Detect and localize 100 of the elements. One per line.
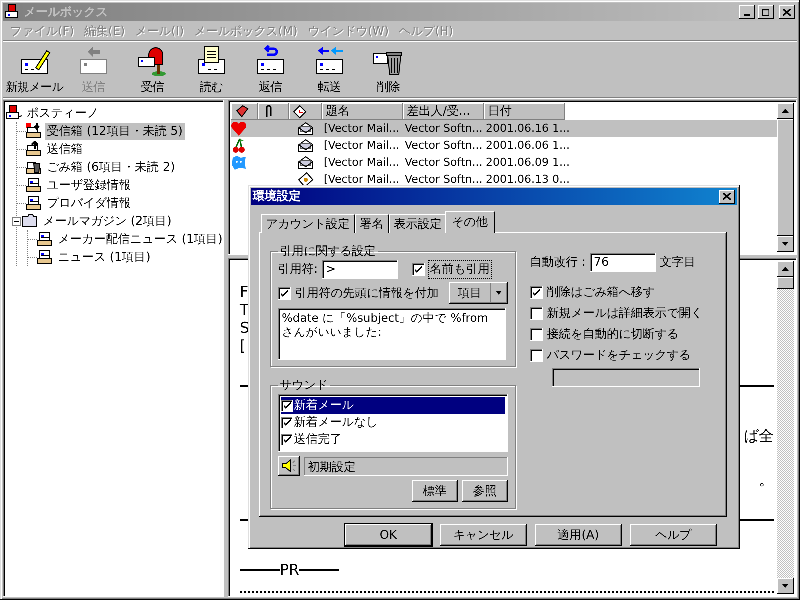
minimize-button[interactable]: [739, 5, 755, 19]
checkbox-label[interactable]: 接続を自動的に切断する: [547, 326, 679, 343]
checkbox[interactable]: [412, 263, 426, 276]
table-cell-text: 2001.06.06 1...: [485, 138, 571, 154]
message-row[interactable]: [Vector Mail... Vector Softn... 2001.06.16 1...: [231, 120, 777, 137]
checkbox-label[interactable]: 削除はごみ箱へ移す: [547, 284, 655, 301]
table-cell-text: Vector Softn...: [404, 138, 484, 154]
folder-item[interactable]: 受信箱 (12項目・未読 5): [45, 122, 185, 140]
collapse-icon[interactable]: [12, 216, 21, 226]
tab[interactable]: その他: [445, 211, 495, 233]
body-text: [: [240, 337, 246, 355]
maximize-icon: [762, 8, 770, 16]
list-item[interactable]: 送信完了: [281, 431, 505, 448]
column-header[interactable]: [231, 103, 258, 120]
table-cell-text: [Vector Mail...: [323, 172, 401, 188]
folder-item[interactable]: プロバイダ情報: [45, 194, 133, 212]
close-icon: [723, 193, 731, 200]
column-header[interactable]: 差出人/受...: [403, 103, 484, 120]
folder-item[interactable]: 送信箱: [45, 140, 85, 158]
checkbox[interactable]: [530, 349, 543, 362]
scroll-thumb[interactable]: [777, 119, 794, 236]
toolbar-button[interactable]: 読む: [182, 44, 241, 96]
column-header[interactable]: 題名: [322, 103, 403, 120]
folder-item[interactable]: メールマガジン (2項目): [41, 212, 174, 230]
folder-item[interactable]: ポスティーノ: [25, 104, 101, 122]
dialog-button[interactable]: OK: [345, 524, 432, 546]
maximize-button[interactable]: [758, 5, 774, 19]
mailbox-icon: [6, 105, 22, 121]
list-item-label: 送信完了: [294, 431, 342, 448]
dialog-button[interactable]: キャンセル: [440, 524, 527, 546]
envelope-icon: [298, 120, 314, 136]
scroll-up-button[interactable]: [777, 103, 794, 119]
sound-button[interactable]: 参照: [462, 480, 508, 502]
scroll-up-button[interactable]: [777, 261, 794, 277]
mail-tray-icon: [26, 177, 42, 193]
table-cell-text: [Vector Mail...: [323, 154, 401, 170]
input-field[interactable]: 76: [590, 253, 656, 272]
dropdown-button[interactable]: 項目: [449, 282, 508, 304]
column-header[interactable]: [289, 103, 322, 120]
dialog-title: 環境設定: [253, 188, 302, 205]
folder-item[interactable]: メーカー配信ニュース (1項目): [56, 230, 225, 248]
checkbox-label[interactable]: 引用符の先頭に情報を付加: [295, 284, 439, 302]
dialog-button[interactable]: 適用(A): [535, 524, 622, 546]
mail-tray-icon: [26, 195, 42, 211]
checkbox[interactable]: [281, 400, 293, 412]
up-arrow-icon: [782, 267, 789, 271]
inbox-icon: [26, 123, 42, 139]
table-cell-text: Vector Softn...: [404, 120, 484, 136]
speaker-icon: [281, 458, 297, 474]
column-header[interactable]: [258, 103, 289, 120]
toolbar-button[interactable]: 削除: [359, 44, 418, 96]
sound-button[interactable]: 標準: [412, 480, 458, 502]
table-cell-text: [Vector Mail...: [323, 138, 401, 154]
play-button[interactable]: [278, 456, 300, 476]
mailbox-icon: [136, 44, 168, 76]
group-title: 引用に関する設定: [279, 243, 377, 260]
tab[interactable]: 表示設定: [389, 214, 447, 233]
table-cell-text: Vector Softn...: [404, 172, 484, 188]
folder-item[interactable]: ごみ箱 (6項目・未読 2): [45, 158, 178, 176]
toolbar-button[interactable]: 転送: [300, 44, 359, 96]
checkbox[interactable]: [278, 286, 291, 300]
checkbox-label[interactable]: パスワードをチェックする: [547, 347, 691, 364]
body-text: F: [240, 283, 249, 301]
message-row[interactable]: [Vector Mail... Vector Softn... 2001.06.09 1...: [231, 154, 777, 171]
checkbox-label[interactable]: 新規メールは詳細表示で開く: [547, 305, 703, 322]
input-field[interactable]: >: [322, 260, 398, 279]
body-text: ば全: [744, 427, 774, 445]
text-area[interactable]: %date に「%subject」の中で %from さんがいいました:: [278, 308, 506, 360]
table-cell-text: 2001.06.16 1...: [485, 120, 571, 136]
letter-envelope-icon: [196, 44, 228, 76]
list-item[interactable]: 新着メール: [281, 397, 505, 414]
checkbox[interactable]: [530, 307, 543, 320]
checkbox[interactable]: [530, 328, 543, 341]
table-cell-text: Vector Softn...: [404, 154, 484, 170]
tab[interactable]: 署名: [355, 214, 389, 233]
column-header[interactable]: 日付: [484, 103, 565, 120]
tab[interactable]: アカウント設定: [261, 214, 355, 233]
close-button[interactable]: [719, 190, 735, 204]
body-text: 。: [759, 471, 774, 489]
scrollbar[interactable]: [777, 103, 794, 252]
toolbar-button[interactable]: 返信: [241, 44, 300, 96]
folder-item[interactable]: ニュース (1項目): [56, 248, 153, 266]
scroll-down-button[interactable]: [777, 578, 794, 594]
check-icon: [414, 265, 424, 274]
scroll-thumb[interactable]: [777, 277, 794, 289]
folder-item[interactable]: ユーザ登録情報: [45, 176, 133, 194]
up-arrow-icon: [782, 109, 789, 113]
toolbar-button[interactable]: 受信: [123, 44, 182, 96]
mail-tray-icon: [37, 249, 53, 265]
close-button[interactable]: [779, 5, 795, 19]
table-cell-text: 2001.06.09 1...: [485, 154, 571, 170]
message-row[interactable]: [Vector Mail... Vector Softn... 2001.06.06 1...: [231, 137, 777, 154]
dialog-button[interactable]: ヘルプ: [630, 524, 717, 546]
reply-icon: [254, 44, 286, 76]
checkbox[interactable]: [530, 286, 543, 299]
list-item-label: 新着メール: [294, 397, 354, 414]
checkbox-label[interactable]: 名前も引用: [429, 261, 492, 278]
scroll-down-button[interactable]: [777, 236, 794, 252]
toolbar-button[interactable]: 新規メール: [5, 44, 64, 96]
list-item[interactable]: 新着メールなし: [281, 414, 505, 431]
